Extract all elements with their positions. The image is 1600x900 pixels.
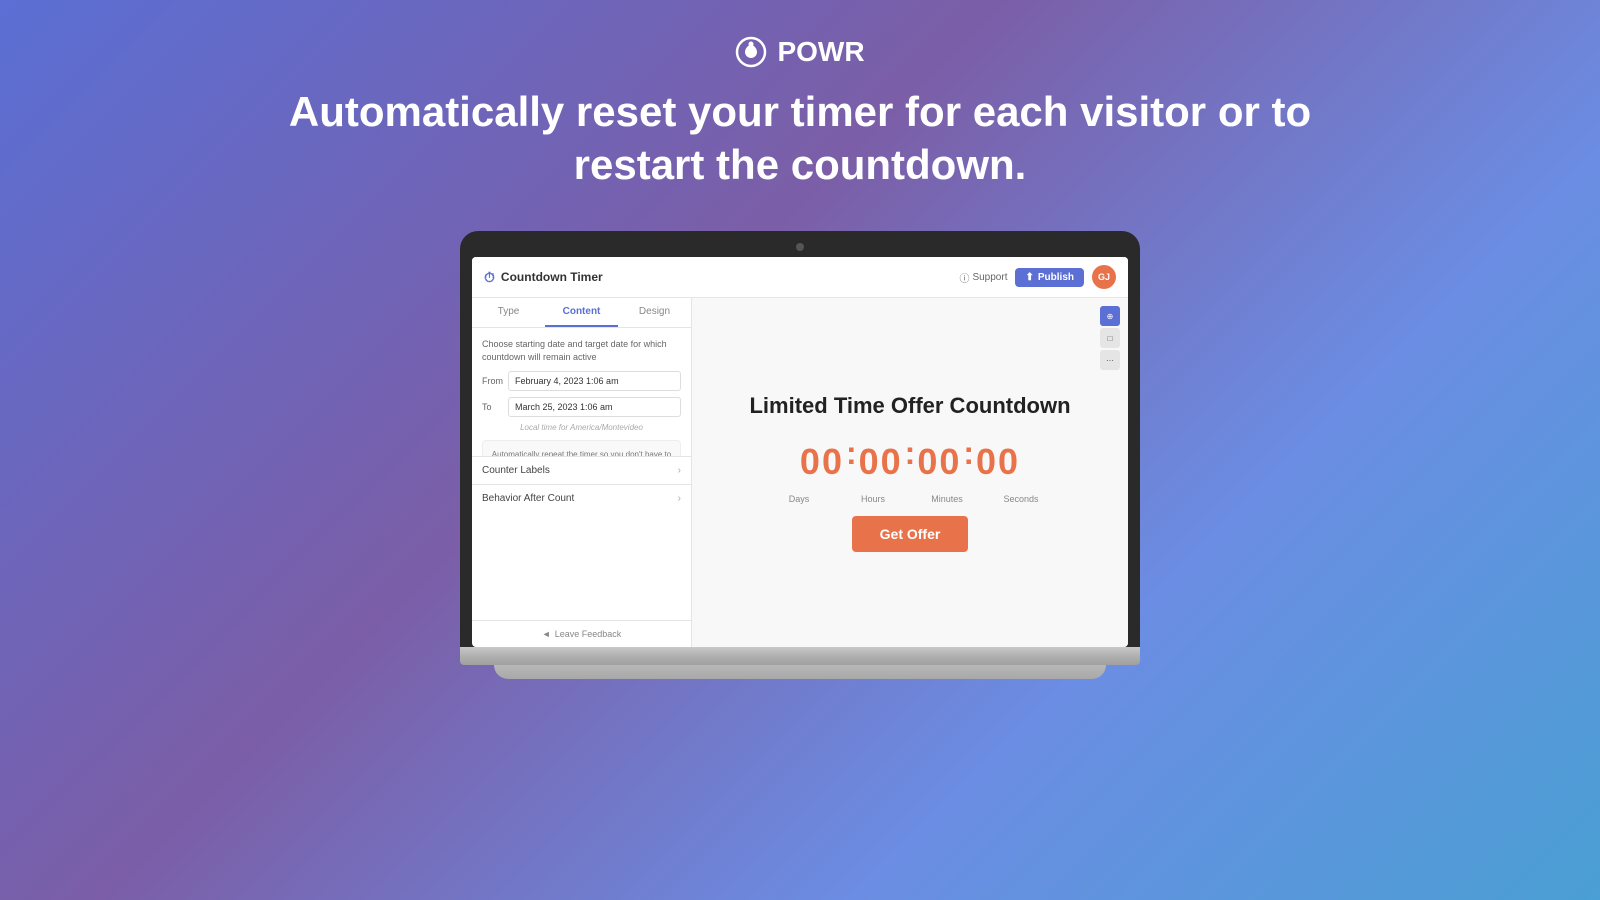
auto-repeat-section: Automatically repeat the timer so you do… [482, 440, 681, 456]
preview-title: Limited Time Offer Countdown [749, 393, 1070, 419]
time-labels: Days Hours Minutes Seconds [769, 494, 1051, 504]
minutes-block: 00 [917, 441, 961, 483]
tab-content-label: Content [563, 306, 601, 317]
seconds-digits: 00 [976, 441, 1020, 483]
counter-labels-label: Counter Labels [482, 465, 550, 476]
sep-2: : [903, 435, 918, 472]
behavior-after-count-row[interactable]: Behavior After Count › [472, 484, 691, 512]
from-date-input[interactable]: February 4, 2023 1:06 am [508, 371, 681, 391]
tab-type[interactable]: Type [472, 298, 545, 327]
publish-icon: ⬆ [1025, 272, 1033, 283]
sep-3: : [961, 435, 976, 472]
from-date-field: From February 4, 2023 1:06 am [482, 371, 681, 391]
feedback-link[interactable]: ◄ Leave Feedback [482, 629, 681, 639]
app-title-icon: ⏱ [484, 269, 495, 286]
support-label: Support [972, 272, 1007, 283]
right-panel-preview: ⊕ □ ⋯ Limited Time Offer Countdown 00 : … [692, 298, 1128, 647]
headline-line1: Automatically reset your timer for each … [289, 88, 1311, 135]
app-header-actions: ⓘ Support ⬆ Publish GJ [959, 265, 1116, 289]
auto-repeat-desc: Automatically repeat the timer so you do… [491, 449, 672, 456]
feedback-bar: ◄ Leave Feedback [472, 620, 691, 647]
from-label: From [482, 376, 504, 386]
app-header: ⏱ Countdown Timer ⓘ Support ⬆ Publish GJ [472, 257, 1128, 298]
laptop-mockup: ⏱ Countdown Timer ⓘ Support ⬆ Publish GJ [460, 231, 1140, 679]
to-label: To [482, 402, 504, 412]
laptop-foot [494, 665, 1106, 679]
brand-name: POWR [777, 36, 864, 68]
days-digits: 00 [800, 441, 844, 483]
laptop-camera [796, 243, 804, 251]
seconds-block: 00 [976, 441, 1020, 483]
powr-icon [735, 36, 767, 68]
minutes-digits: 00 [917, 441, 961, 483]
label-sep-3 [977, 494, 991, 504]
tabs: Type Content Design [472, 298, 691, 328]
laptop-screen-border: ⏱ Countdown Timer ⓘ Support ⬆ Publish GJ [460, 231, 1140, 647]
to-date-input[interactable]: March 25, 2023 1:06 am [508, 397, 681, 417]
app-title-text: Countdown Timer [501, 270, 603, 284]
tab-design[interactable]: Design [618, 298, 691, 327]
behavior-after-count-label: Behavior After Count [482, 493, 574, 504]
counter-labels-row[interactable]: Counter Labels › [472, 456, 691, 484]
days-label: Days [769, 494, 829, 504]
laptop-screen: ⏱ Countdown Timer ⓘ Support ⬆ Publish GJ [472, 257, 1128, 647]
sep-1: : [844, 435, 859, 472]
user-avatar[interactable]: GJ [1092, 265, 1116, 289]
support-icon: ⓘ [959, 270, 969, 285]
label-sep-2 [903, 494, 917, 504]
get-offer-button[interactable]: Get Offer [852, 516, 969, 552]
publish-button[interactable]: ⬆ Publish [1015, 268, 1084, 287]
laptop-base [460, 647, 1140, 665]
seconds-label: Seconds [991, 494, 1051, 504]
support-button[interactable]: ⓘ Support [959, 270, 1007, 285]
headline: Automatically reset your timer for each … [289, 86, 1311, 191]
tool-btn-1[interactable]: ⊕ [1100, 306, 1120, 326]
countdown-display: 00 : 00 : 00 : 00 [800, 435, 1020, 488]
feedback-icon: ◄ [542, 629, 551, 639]
panel-content: Choose starting date and target date for… [472, 328, 691, 456]
avatar-initials: GJ [1098, 272, 1110, 282]
feedback-label: Leave Feedback [555, 629, 622, 639]
app-title: ⏱ Countdown Timer [484, 269, 603, 286]
timezone-label: Local time for America/Montevideo [482, 423, 681, 432]
minutes-label: Minutes [917, 494, 977, 504]
right-tools: ⊕ □ ⋯ [1100, 306, 1120, 370]
label-sep-1 [829, 494, 843, 504]
left-panel: Type Content Design Choose starting date… [472, 298, 692, 647]
tool-btn-2[interactable]: □ [1100, 328, 1120, 348]
app-body: Type Content Design Choose starting date… [472, 298, 1128, 647]
hours-label: Hours [843, 494, 903, 504]
hours-block: 00 [859, 441, 903, 483]
brand-logo: POWR [735, 36, 864, 68]
behavior-chevron: › [678, 493, 681, 504]
hours-digits: 00 [859, 441, 903, 483]
tab-design-label: Design [639, 306, 670, 317]
tab-content[interactable]: Content [545, 298, 618, 327]
days-block: 00 [800, 441, 844, 483]
tab-type-label: Type [498, 306, 520, 317]
date-section-desc: Choose starting date and target date for… [482, 338, 681, 363]
counter-labels-chevron: › [678, 465, 681, 476]
page-header: POWR Automatically reset your timer for … [289, 36, 1311, 191]
publish-label: Publish [1038, 272, 1074, 283]
headline-line2: restart the countdown. [574, 141, 1027, 188]
tool-btn-3[interactable]: ⋯ [1100, 350, 1120, 370]
to-date-field: To March 25, 2023 1:06 am [482, 397, 681, 417]
